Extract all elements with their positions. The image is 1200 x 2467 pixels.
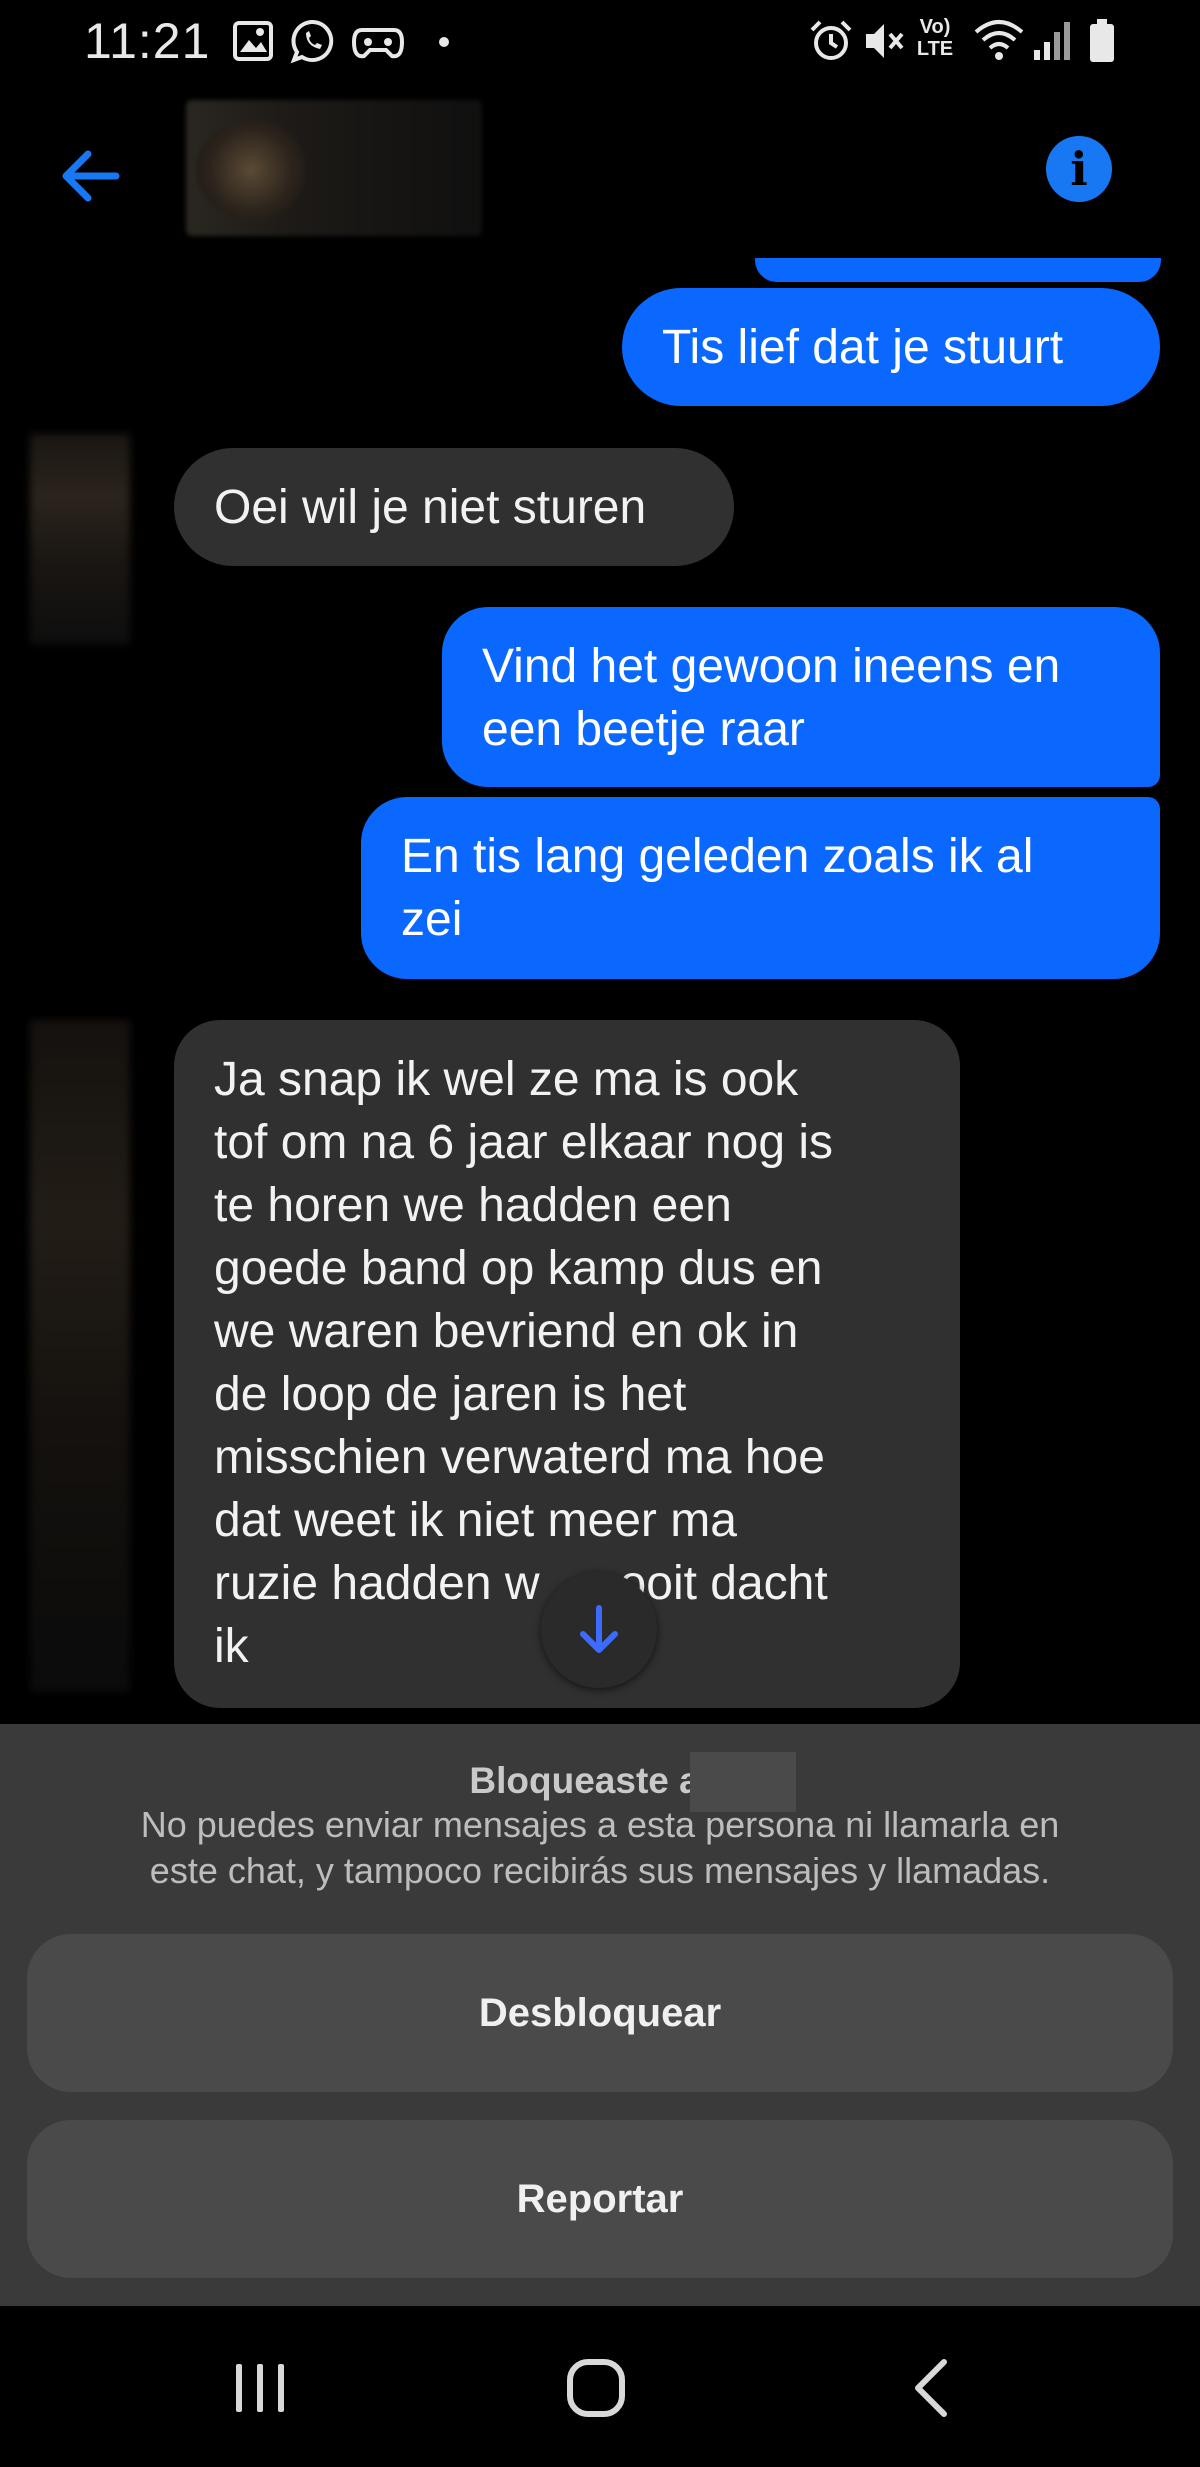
- message-bubble-outgoing[interactable]: Tis lief dat je stuurt: [622, 288, 1160, 406]
- signal-icon: [1034, 22, 1070, 60]
- message-line: te horen we hadden een: [214, 1179, 732, 1232]
- contact-avatar: [30, 1020, 130, 1692]
- contact-avatar[interactable]: [186, 100, 482, 236]
- back-icon[interactable]: [908, 2356, 956, 2420]
- blocked-description-line: No puedes enviar mensajes a esta persona…: [140, 1804, 1060, 1845]
- message-line: Vind het gewoon ineens en: [482, 640, 1061, 693]
- message-line: we waren bevriend en ok in: [214, 1305, 799, 1358]
- message-text: Tis lief dat je stuurt: [662, 321, 1064, 374]
- message-line: misschien verwaterd ma hoe: [214, 1431, 825, 1484]
- back-button[interactable]: [54, 138, 130, 214]
- message-bubble-outgoing[interactable]: En tis lang geleden zoals ik al zei: [361, 797, 1160, 979]
- message-line: tof om na 6 jaar elkaar nog is: [214, 1116, 834, 1169]
- status-time: 11:21: [84, 13, 211, 69]
- message-line: een beetje raar: [482, 703, 805, 756]
- message-line: de loop de jaren is het: [214, 1368, 687, 1421]
- scroll-to-bottom-button[interactable]: [541, 1572, 657, 1688]
- arrow-down-icon: [580, 1605, 618, 1653]
- gallery-icon: [233, 21, 273, 61]
- message-fragment: ruzie hadden w: [214, 1557, 540, 1610]
- recents-icon[interactable]: [228, 2358, 292, 2418]
- status-bar: 11:21 Vo) LTE: [0, 0, 1200, 84]
- blocked-title: Bloqueaste a J: [469, 1760, 731, 1801]
- info-icon[interactable]: i: [1046, 136, 1112, 202]
- blocked-panel: Bloqueaste a J No puedes enviar mensajes…: [0, 1724, 1200, 2306]
- blocked-description-line: este chat, y tampoco recibirás sus mensa…: [149, 1850, 1051, 1891]
- message-text: Oei wil je niet sturen: [214, 481, 647, 534]
- volte-icon: Vo) LTE: [916, 16, 954, 60]
- message-line: En tis lang geleden zoals ik al: [401, 830, 1034, 883]
- blocked-description: No puedes enviar mensajes a esta persona…: [60, 1802, 1140, 1894]
- system-nav-bar: [0, 2306, 1200, 2467]
- mute-icon: [866, 24, 904, 58]
- chat-header: i: [0, 84, 1200, 244]
- contact-avatar: [30, 434, 130, 644]
- home-icon[interactable]: [564, 2356, 628, 2420]
- battery-icon: [1090, 19, 1114, 62]
- whatsapp-icon: [290, 19, 334, 64]
- game-icon: [352, 28, 404, 59]
- previous-message-edge: [755, 258, 1161, 282]
- info-label: i: [1070, 142, 1088, 196]
- wifi-icon: [974, 20, 1024, 60]
- alarm-icon: [810, 20, 852, 60]
- message-line: goede band op kamp dus en: [214, 1242, 823, 1295]
- message-bubble-incoming[interactable]: Oei wil je niet sturen: [174, 448, 734, 566]
- report-button[interactable]: Reportar: [27, 2120, 1173, 2278]
- message-fragment: ooit dacht: [619, 1557, 828, 1610]
- message-line: zei: [401, 893, 463, 946]
- dot-icon: [439, 37, 449, 47]
- message-bubble-outgoing[interactable]: Vind het gewoon ineens en een beetje raa…: [442, 607, 1160, 787]
- unblock-button[interactable]: Desbloquear: [27, 1934, 1173, 2092]
- message-line: dat weet ik niet meer ma: [214, 1494, 737, 1547]
- message-line: Ja snap ik wel ze ma is ook: [214, 1053, 799, 1106]
